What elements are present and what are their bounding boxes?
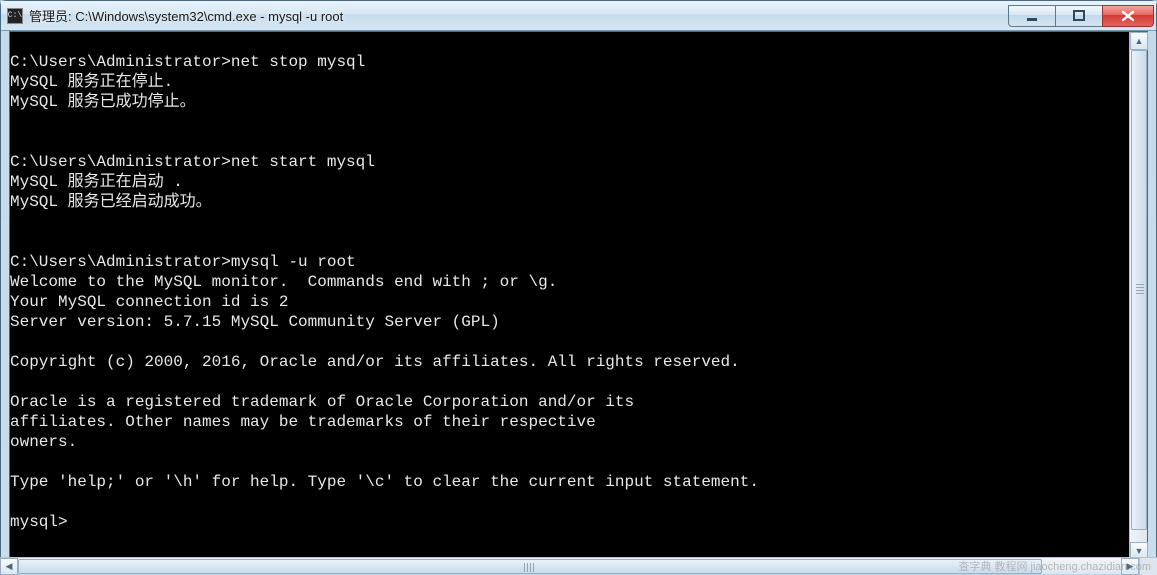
cmd-window: C:\ 管理员: C:\Windows\system32\cmd.exe - m…: [0, 0, 1157, 562]
horizontal-scrollbar[interactable]: ◀ ▶ 查字典 教程网 jiaocheng.chazidian.com: [0, 557, 1157, 574]
close-button[interactable]: [1102, 5, 1154, 27]
vertical-scroll-thumb[interactable]: [1131, 50, 1147, 530]
maximize-icon: [1073, 10, 1085, 22]
scroll-grip-icon: [1136, 284, 1144, 296]
client-area: C:\Users\Administrator>net stop mysql My…: [9, 31, 1148, 561]
maximize-button[interactable]: [1055, 5, 1103, 27]
cmd-icon: C:\: [7, 8, 23, 24]
minimize-icon: [1026, 10, 1038, 22]
window-buttons: [1009, 5, 1154, 27]
vertical-scrollbar[interactable]: ▲ ▼: [1129, 32, 1147, 560]
scroll-up-button[interactable]: ▲: [1130, 32, 1148, 50]
terminal-output[interactable]: C:\Users\Administrator>net stop mysql My…: [10, 32, 1129, 560]
minimize-button[interactable]: [1008, 5, 1056, 27]
close-icon: [1121, 10, 1135, 22]
scroll-left-button[interactable]: ◀: [0, 558, 18, 575]
titlebar[interactable]: C:\ 管理员: C:\Windows\system32\cmd.exe - m…: [1, 1, 1156, 31]
scrollbar-corner: [1139, 558, 1157, 575]
horizontal-scroll-thumb[interactable]: [18, 559, 1042, 574]
scroll-grip-icon: [524, 563, 536, 572]
window-title: 管理员: C:\Windows\system32\cmd.exe - mysql…: [29, 6, 1009, 25]
scroll-right-button[interactable]: ▶: [1121, 558, 1139, 575]
